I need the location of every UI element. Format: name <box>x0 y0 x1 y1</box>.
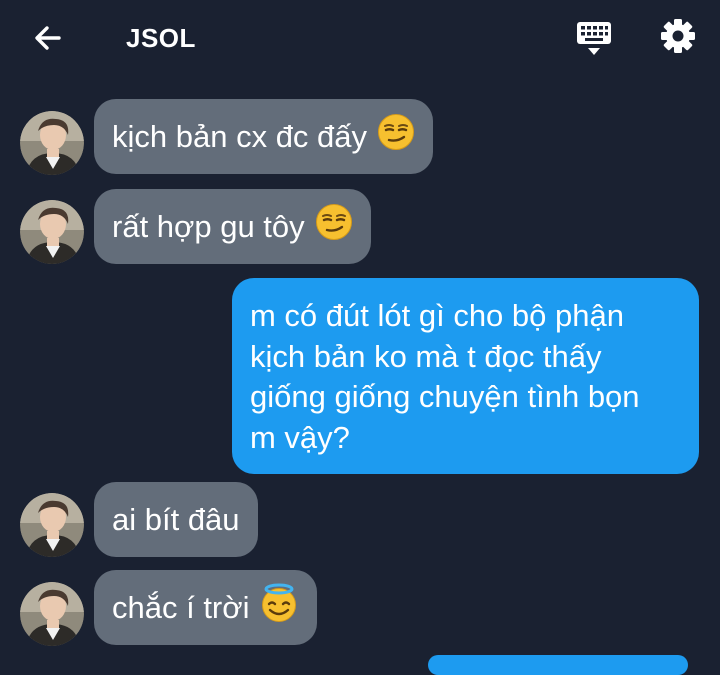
contact-avatar[interactable] <box>20 111 84 175</box>
message-text: ai bít đâu <box>112 501 240 537</box>
chat-header: JSOL <box>0 0 720 76</box>
keyboard-button[interactable] <box>572 16 616 60</box>
contact-avatar[interactable] <box>20 200 84 264</box>
incoming-message-bubble[interactable]: rất hợp gu tôy <box>94 189 371 264</box>
smirking-face-icon <box>315 203 353 250</box>
message-text: chắc í trời <box>112 589 250 625</box>
outgoing-message-bubble-partial[interactable] <box>428 655 688 675</box>
incoming-message-bubble[interactable]: ai bít đâu <box>94 482 258 557</box>
chat-title: JSOL <box>126 23 196 53</box>
incoming-message-bubble[interactable]: kịch bản cx đc đấy <box>94 99 434 174</box>
keyboard-icon <box>577 22 611 55</box>
outgoing-message-bubble[interactable]: m có đút lót gì cho bộ phận kịch bản ko … <box>232 278 699 474</box>
message-text: rất hợp gu tôy <box>112 208 305 244</box>
gear-icon <box>661 19 695 53</box>
message-text-line: m có đút lót gì cho bộ phận <box>250 298 624 333</box>
smiling-face-with-halo-icon <box>259 583 299 632</box>
message-text: kịch bản cx đc đấy <box>112 118 368 154</box>
message-text-line: m vậy? <box>250 419 350 455</box>
back-button[interactable] <box>28 18 68 58</box>
contact-avatar[interactable] <box>20 582 84 646</box>
incoming-message-bubble[interactable]: chắc í trời <box>94 570 318 645</box>
arrow-left-icon <box>35 26 61 50</box>
contact-avatar[interactable] <box>20 493 84 557</box>
message-text-line: giống giống chuyện tình bọn <box>250 379 640 414</box>
message-text-line: kịch bản ko mà t đọc thấy <box>250 338 602 374</box>
settings-button[interactable] <box>656 14 700 58</box>
smirking-face-icon <box>377 113 415 160</box>
